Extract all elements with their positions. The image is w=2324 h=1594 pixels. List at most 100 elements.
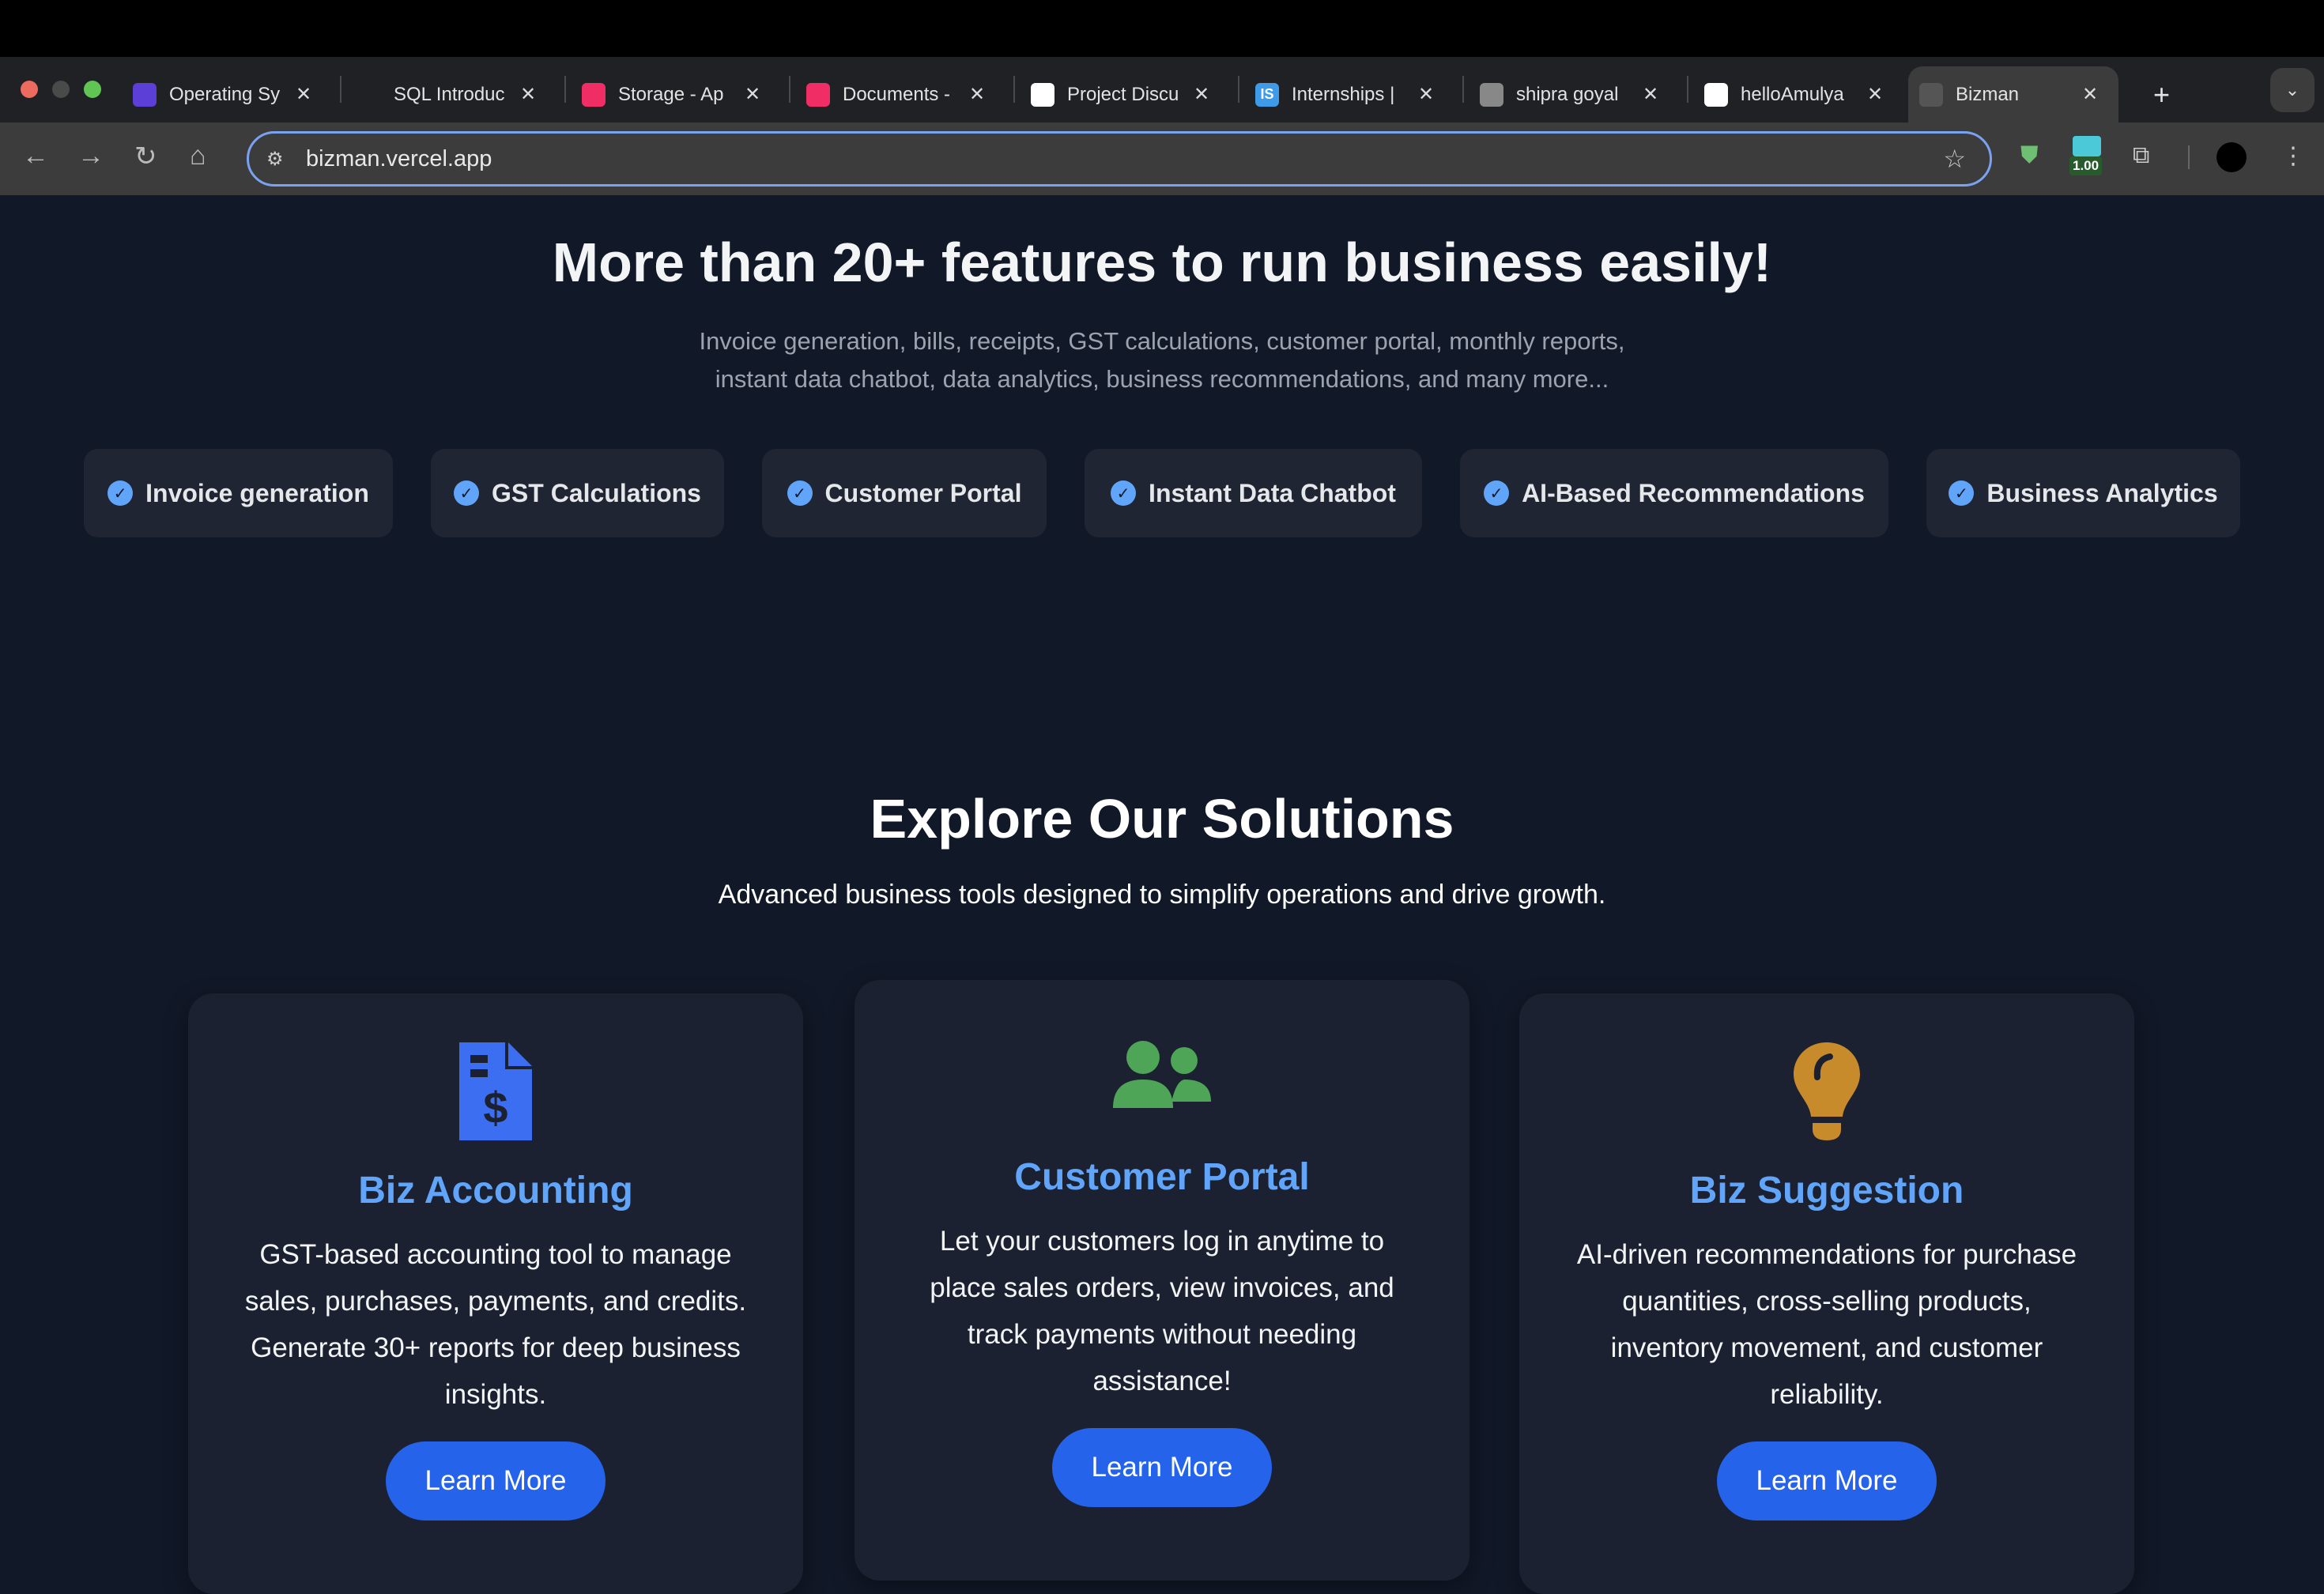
features-heading: More than 20+ features to run business e… (552, 232, 1772, 293)
bookmark-star-icon[interactable]: ☆ (1943, 144, 1966, 174)
close-tab-icon[interactable]: ✕ (1643, 83, 1658, 106)
close-tab-icon[interactable]: ✕ (1418, 83, 1434, 106)
feature-pill: ✓ Instant Data Chatbot (1085, 449, 1422, 537)
card-title: Biz Suggestion (1689, 1170, 1964, 1212)
lightbulb-icon (1519, 1042, 2134, 1140)
solution-card-biz-suggestion: Biz Suggestion AI-driven recommendations… (1519, 993, 2134, 1594)
extension-badge: 1.00 (2069, 156, 2103, 175)
feature-label: Instant Data Chatbot (1149, 478, 1396, 507)
menu-kebab-icon[interactable]: ⋮ (2281, 142, 2305, 170)
solutions-subtitle: Advanced business tools designed to simp… (718, 880, 1606, 910)
solution-card-biz-accounting: $ Biz Accounting GST-based accounting to… (188, 993, 803, 1594)
card-title: Customer Portal (1014, 1156, 1310, 1198)
code-icon (133, 82, 157, 107)
solution-card-customer-portal: Customer Portal Let your customers log i… (855, 980, 1469, 1581)
close-window-button[interactable] (21, 81, 38, 98)
close-tab-icon[interactable]: ✕ (520, 83, 536, 106)
invoice-dollar-icon: $ (188, 1042, 803, 1140)
new-tab-button[interactable]: + (2153, 66, 2170, 122)
close-tab-icon[interactable]: ✕ (2082, 83, 2098, 106)
forward-icon[interactable]: → (77, 141, 104, 171)
tab-separator (340, 76, 341, 103)
feature-pill: ✓ Invoice generation (84, 449, 393, 537)
tab-title: shipra goyal (1516, 83, 1619, 105)
home-icon[interactable]: ⌂ (190, 141, 206, 171)
github-icon (1704, 82, 1728, 107)
feature-pill: ✓ AI-Based Recommendations (1460, 449, 1888, 537)
tab-badge: IS (1260, 86, 1274, 102)
tab-bizman[interactable]: Bizman ✕ (1908, 66, 2118, 122)
tab-title: helloAmulya (1741, 83, 1844, 105)
tab-title: Operating Sy (169, 83, 280, 105)
feature-pill: ✓ GST Calculations (431, 449, 724, 537)
tab-shipra-goyal[interactable]: shipra goyal ✕ (1480, 66, 1658, 122)
card-title: Biz Accounting (358, 1170, 633, 1212)
maximize-window-button[interactable] (84, 81, 101, 98)
features-subtitle-line1: Invoice generation, bills, receipts, GST… (699, 327, 1625, 355)
feature-pill: ✓ Customer Portal (762, 449, 1047, 537)
learn-more-button[interactable]: Learn More (1717, 1441, 1937, 1521)
tab-title: Project Discu (1067, 83, 1178, 105)
card-description: AI-driven recommendations for purchase q… (1576, 1239, 2077, 1410)
bizman-icon (1919, 82, 1943, 107)
tab-helloamulya[interactable]: helloAmulya ✕ (1704, 66, 1883, 122)
card-description: GST-based accounting tool to manage sale… (244, 1239, 747, 1410)
back-icon[interactable]: ← (22, 141, 49, 171)
tab-sql-introduc[interactable]: SQL Introduc ✕ (357, 66, 536, 122)
learn-more-button[interactable]: Learn More (1052, 1428, 1272, 1507)
tab-operating-sy[interactable]: Operating Sy ✕ (133, 66, 311, 122)
minimize-window-button[interactable] (52, 81, 70, 98)
users-icon (855, 1029, 1469, 1127)
feature-label: Invoice generation (145, 478, 369, 507)
reload-icon[interactable]: ↻ (134, 141, 157, 172)
appwrite-icon (582, 82, 606, 107)
tab-separator (1687, 76, 1688, 103)
close-tab-icon[interactable]: ✕ (296, 83, 311, 106)
feature-label: Business Analytics (1986, 478, 2218, 507)
address-bar[interactable]: ⚙ bizman.vercel.app ☆ (247, 131, 1992, 187)
globe-icon (1480, 82, 1503, 107)
sparkle-icon (357, 82, 381, 107)
tab-storage-ap[interactable]: Storage - Ap ✕ (582, 66, 760, 122)
profile-avatar[interactable] (2216, 142, 2247, 172)
tab-title: SQL Introduc (394, 83, 504, 105)
feature-label: GST Calculations (492, 478, 701, 507)
feature-pill: ✓ Business Analytics (1926, 449, 2240, 537)
check-circle-icon: ✓ (454, 480, 480, 506)
appwrite-icon (806, 82, 830, 107)
check-circle-icon: ✓ (1484, 480, 1510, 506)
feature-label: AI-Based Recommendations (1522, 478, 1865, 507)
tab-separator (1013, 76, 1015, 103)
tab-project-discu[interactable]: Project Discu ✕ (1031, 66, 1209, 122)
learn-more-button[interactable]: Learn More (386, 1441, 606, 1521)
extensions-puzzle-icon[interactable]: ⧉ (2133, 142, 2149, 169)
tab-title: Storage - Ap (618, 83, 724, 105)
features-subtitle-line2: instant data chatbot, data analytics, bu… (715, 365, 1609, 393)
check-circle-icon: ✓ (1949, 480, 1975, 506)
screen-top-bar (0, 0, 2324, 57)
svg-text:$: $ (483, 1083, 507, 1132)
check-circle-icon: ✓ (787, 480, 813, 506)
card-description: Let your customers log in anytime to pla… (930, 1226, 1394, 1396)
close-tab-icon[interactable]: ✕ (745, 83, 760, 106)
close-tab-icon[interactable]: ✕ (1867, 83, 1883, 106)
url-text: bizman.vercel.app (306, 145, 492, 171)
tab-separator (1238, 76, 1239, 103)
close-tab-icon[interactable]: ✕ (1194, 83, 1209, 106)
tab-title: Bizman (1956, 83, 2020, 105)
solutions-heading: Explore Our Solutions (870, 788, 1454, 850)
tab-documents[interactable]: Documents - ✕ (806, 66, 985, 122)
tab-internships[interactable]: IS Internships | ✕ (1255, 66, 1434, 122)
site-settings-icon[interactable]: ⚙ (266, 148, 284, 171)
extension-icon[interactable] (2073, 136, 2101, 156)
close-tab-icon[interactable]: ✕ (969, 83, 985, 106)
is-icon: IS (1255, 82, 1279, 107)
feature-label: Customer Portal (824, 478, 1022, 507)
tab-title: Documents - (843, 83, 951, 105)
shield-extension-icon[interactable]: ⛊ (2020, 142, 2039, 169)
tab-search-chevron-icon[interactable]: ⌄ (2270, 68, 2315, 112)
check-circle-icon: ✓ (108, 480, 134, 506)
toolbar-divider (2188, 145, 2190, 169)
tab-separator (564, 76, 566, 103)
tab-separator (1462, 76, 1464, 103)
